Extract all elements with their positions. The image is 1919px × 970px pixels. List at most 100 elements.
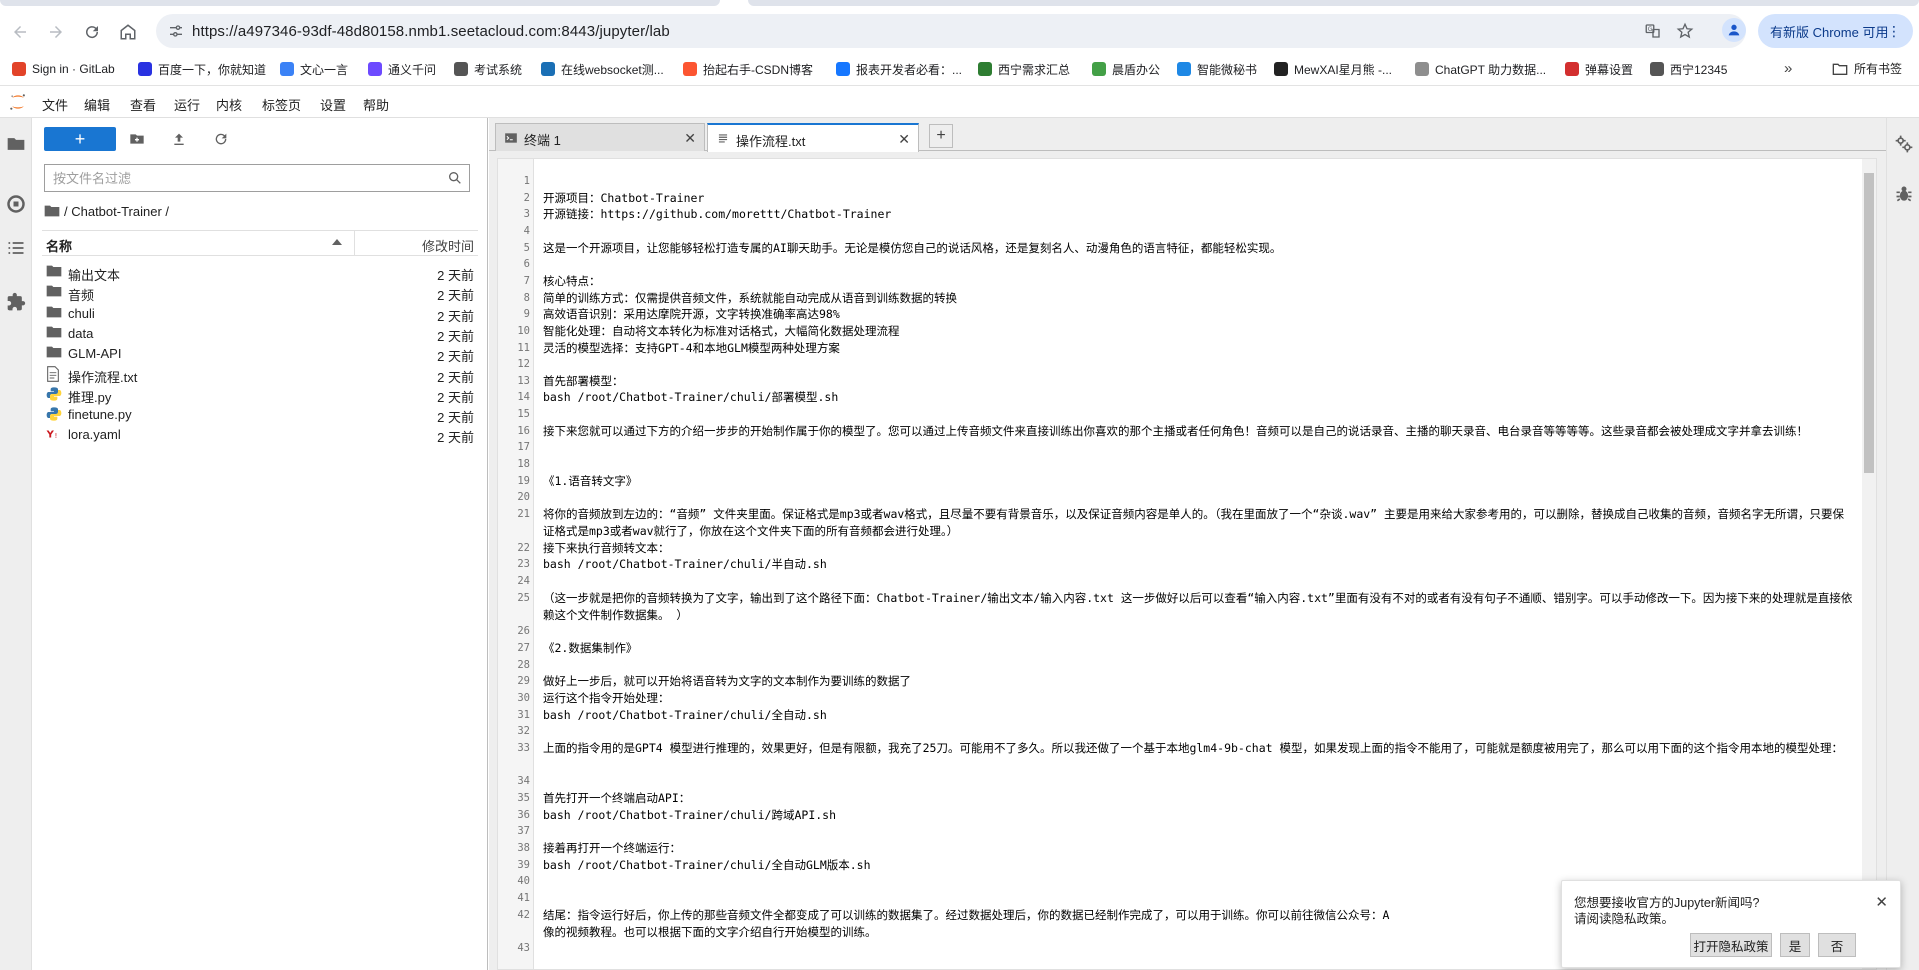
code-line: 接下来执行音频转文本： [543,540,670,555]
menu-item[interactable]: 编辑 [84,95,110,114]
home-icon[interactable] [116,20,140,44]
close-icon[interactable]: ✕ [1875,893,1888,911]
reload-icon[interactable] [80,20,104,44]
code-line: 首先部署模型： [543,373,624,388]
bookmark-favicon-icon [541,62,555,76]
main-dock-panel: 终端 1 ✕ 操作流程.txt ✕ + 1 2 3 4 5 6 7 8 9 10 11 12 13 14 1… [489,118,1886,970]
star-icon[interactable] [1676,22,1694,40]
file-filter-input[interactable] [45,165,435,191]
code-line: 接下来您就可以通过下方的介绍一步步的开始制作属于你的模型了。您可以通过上传音频文… [543,423,1808,438]
line-number: 16 [517,424,530,437]
open-privacy-policy-button[interactable]: 打开隐私政策 [1690,933,1772,957]
text-editor[interactable]: 1 2 3 4 5 6 7 8 9 10 11 12 13 14 15 16 17 18 19 20 21 22 23 24 2… [497,158,1877,970]
property-inspector-icon[interactable] [1894,134,1914,154]
line-number: 20 [517,491,530,504]
bookmark-item[interactable]: ChatGPT 助力数据... [1415,60,1546,78]
upload-icon[interactable] [168,128,190,150]
menu-item[interactable]: 帮助 [363,95,389,114]
jupyter-logo-icon [10,94,25,110]
column-divider[interactable] [354,231,355,255]
chrome-update-button[interactable]: 有新版 Chrome 可用 ⋮ [1758,14,1913,48]
bookmark-label: 考试系统 [474,62,523,77]
no-button[interactable]: 否 [1818,933,1856,957]
bookmark-label: 智能微秘书 [1197,62,1258,77]
debugger-icon[interactable] [1894,184,1914,204]
bookmark-label: 西宁12345 [1670,62,1728,77]
back-icon[interactable] [8,20,32,44]
line-number: 32 [517,725,530,738]
menu-item[interactable]: 文件 [42,95,68,114]
profile-icon[interactable] [1722,18,1746,42]
tab-terminal-1[interactable]: 终端 1 ✕ [495,123,705,151]
bookmark-item[interactable]: 文心一言 [280,60,348,78]
menu-item[interactable]: 查看 [130,95,156,114]
tab-strip-edge-right [748,0,1919,6]
column-name-header[interactable]: 名称 [46,236,72,255]
line-number: 30 [517,691,530,704]
menu-item[interactable]: 标签页 [262,95,301,114]
line-number: 33 [517,741,530,754]
bookmark-favicon-icon [368,62,382,76]
bookmark-item[interactable]: 考试系统 [454,60,522,78]
new-launcher-button[interactable]: + [44,127,116,151]
menu-item[interactable]: 运行 [174,95,200,114]
line-number: 1 [523,175,530,187]
refresh-icon[interactable] [210,128,232,150]
bookmark-favicon-icon [1565,62,1579,76]
more-bookmarks-icon[interactable]: » [1784,60,1792,77]
close-icon[interactable]: ✕ [684,130,696,147]
tab-operation-flow-txt[interactable]: 操作流程.txt ✕ [707,123,919,152]
file-name: GLM-API [68,346,122,362]
file-modified: 2 天前 [437,430,474,446]
address-bar[interactable]: https://a497346-93df-48d80158.nmb1.seeta… [156,14,1746,48]
bookmark-item[interactable]: 晨盾办公 [1092,60,1160,78]
table-of-contents-icon[interactable] [6,238,26,258]
column-modified-header[interactable]: 修改时间 [422,236,474,255]
new-folder-icon[interactable] [126,128,148,150]
all-bookmarks-button[interactable]: 所有书签 [1832,60,1902,77]
menu-item[interactable]: 设置 [320,95,346,114]
bookmark-item[interactable]: 通义千问 [368,60,436,78]
running-icon[interactable] [6,194,26,214]
vertical-scrollbar[interactable] [1862,159,1876,969]
line-number: 24 [517,574,530,587]
scrollbar-thumb[interactable] [1864,173,1874,473]
code-line: 核心特点： [543,273,601,288]
folder-icon[interactable] [6,134,26,154]
bookmark-item[interactable]: 在线websocket测... [541,60,664,78]
breadcrumb-path[interactable]: / Chatbot-Trainer / [64,204,169,219]
text-file-icon [718,134,728,143]
bookmark-item[interactable]: Sign in · GitLab [12,60,115,78]
document-tab-bar: 终端 1 ✕ 操作流程.txt ✕ + [489,118,1886,152]
yes-button[interactable]: 是 [1780,933,1810,957]
bookmark-item[interactable]: 西宁12345 [1650,60,1727,78]
breadcrumb: / Chatbot-Trainer / [44,200,169,222]
forward-icon[interactable] [44,20,68,44]
close-icon[interactable]: ✕ [898,131,910,148]
line-number: 40 [517,875,530,888]
bookmark-item[interactable]: 西宁需求汇总 [978,60,1070,78]
translate-icon[interactable]: G [1644,22,1662,40]
site-info-icon[interactable] [168,23,184,39]
line-number: 12 [517,358,530,371]
code-area[interactable]: 开源项目：Chatbot-Trainer 开源链接：https://github.… [534,159,1862,969]
bookmark-label: 抬起右手-CSDN博客 [703,62,813,77]
bookmark-favicon-icon [836,62,850,76]
bookmark-item[interactable]: 百度一下，你就知道 [138,60,266,78]
file-list-item[interactable]: Y! lora.yaml 2 天前 [42,422,478,446]
bookmark-item[interactable]: MewXAI星月熊 -... [1274,60,1392,78]
line-number: 26 [517,625,530,638]
bookmark-item[interactable]: 智能微秘书 [1177,60,1257,78]
url-text[interactable]: https://a497346-93df-48d80158.nmb1.seeta… [192,23,670,40]
bookmark-item[interactable]: 抬起右手-CSDN博客 [683,60,813,78]
tab-label: 终端 1 [524,133,561,148]
folder-icon[interactable] [44,204,60,218]
menu-item[interactable]: 内核 [216,95,242,114]
folder-icon [46,305,62,321]
bookmark-item[interactable]: 报表开发者必看：... [836,60,962,78]
extension-icon[interactable] [6,292,26,312]
bookmark-item[interactable]: 弹幕设置 [1565,60,1633,78]
add-tab-button[interactable]: + [929,124,953,148]
line-number: 22 [517,541,530,554]
notification-line-2: 请阅读隐私政策。 [1574,912,1675,926]
